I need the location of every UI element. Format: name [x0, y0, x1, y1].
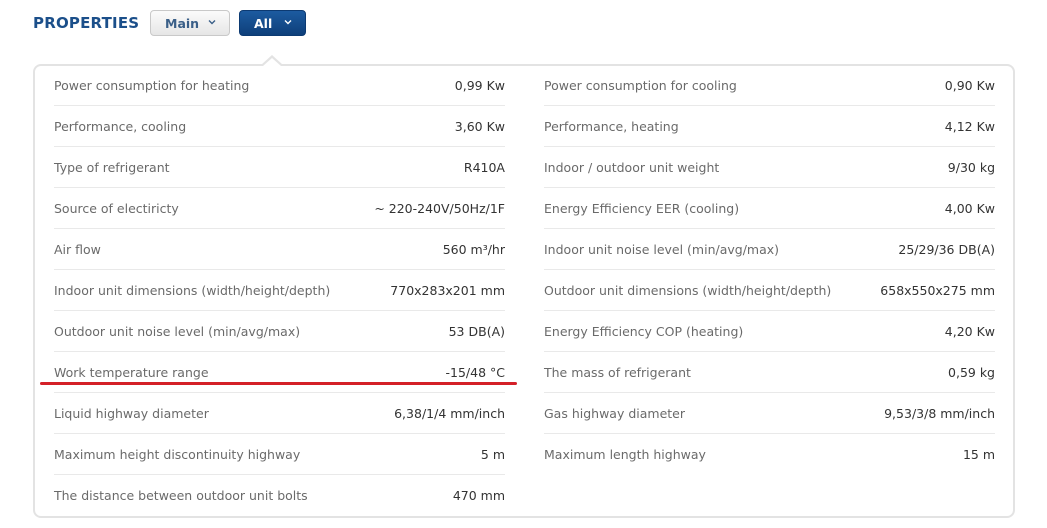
property-label: Performance, cooling	[54, 119, 187, 134]
property-row: Air flow 560 m³/hr	[54, 229, 505, 270]
property-value: 6,38/1/4 mm/inch	[394, 406, 505, 421]
property-row: Gas highway diameter 9,53/3/8 mm/inch	[544, 393, 995, 434]
property-label: Work temperature range	[54, 365, 209, 380]
property-label: Indoor / outdoor unit weight	[544, 160, 720, 175]
property-label: Energy Efficiency EER (cooling)	[544, 201, 740, 216]
chevron-down-icon	[284, 20, 292, 25]
property-value: 9,53/3/8 mm/inch	[884, 406, 995, 421]
property-label: Indoor unit dimensions (width/height/dep…	[54, 283, 331, 298]
property-row: Performance, heating 4,12 Kw	[544, 106, 995, 147]
property-label: Maximum height discontinuity highway	[54, 447, 301, 462]
property-value: 560 m³/hr	[442, 242, 505, 257]
main-filter-label: Main	[165, 15, 200, 31]
property-row: Power consumption for heating 0,99 Kw	[54, 65, 505, 106]
property-row: Liquid highway diameter 6,38/1/4 mm/inch	[54, 393, 505, 434]
main-filter-button[interactable]: Main	[150, 10, 230, 36]
property-value: 770x283x201 mm	[390, 283, 505, 298]
all-filter-label: All	[254, 15, 273, 31]
property-label: Power consumption for cooling	[544, 78, 737, 93]
property-value: ~ 220-240V/50Hz/1F	[374, 201, 505, 216]
property-value: 53 DB(A)	[448, 324, 505, 339]
property-value: 0,99 Kw	[454, 78, 505, 93]
property-label: Power consumption for heating	[54, 78, 250, 93]
property-value: 5 m	[480, 447, 505, 462]
properties-left-column: Power consumption for heating 0,99 Kw Per…	[54, 65, 505, 516]
property-label: The distance between outdoor unit bolts	[54, 488, 308, 503]
property-row: Power consumption for cooling 0,90 Kw	[544, 65, 995, 106]
property-row: Performance, cooling 3,60 Kw	[54, 106, 505, 147]
property-label: Outdoor unit noise level (min/avg/max)	[54, 324, 301, 339]
property-value: 4,12 Kw	[944, 119, 995, 134]
property-row: Energy Efficiency COP (heating) 4,20 Kw	[544, 311, 995, 352]
property-value: 15 m	[962, 447, 995, 462]
property-row: The distance between outdoor unit bolts 4…	[54, 475, 505, 516]
property-value: 470 mm	[452, 488, 505, 503]
property-value: 9/30 kg	[947, 160, 995, 175]
property-label: Air flow	[54, 242, 101, 257]
property-label: Outdoor unit dimensions (width/height/de…	[544, 283, 832, 298]
property-value: 0,90 Kw	[944, 78, 995, 93]
property-value: R410A	[463, 160, 505, 175]
property-value: 25/29/36 DB(A)	[898, 242, 995, 257]
property-value: 3,60 Kw	[454, 119, 505, 134]
properties-right-column: Power consumption for cooling 0,90 Kw Per…	[544, 65, 995, 475]
property-row: Source of electiricty ~ 220-240V/50Hz/1F	[54, 188, 505, 229]
property-row: Indoor unit dimensions (width/height/dep…	[54, 270, 505, 311]
property-row: Type of refrigerant R410A	[54, 147, 505, 188]
property-value: 0,59 kg	[948, 365, 995, 380]
property-label: Performance, heating	[544, 119, 679, 134]
property-row-work-temperature: Work temperature range -15/48 °C	[54, 352, 505, 393]
property-row: Maximum length highway 15 m	[544, 434, 995, 475]
property-label: Energy Efficiency COP (heating)	[544, 324, 744, 339]
property-row: Outdoor unit noise level (min/avg/max) 53…	[54, 311, 505, 352]
all-filter-button[interactable]: All	[239, 10, 306, 36]
chevron-down-icon	[208, 20, 216, 25]
property-row: The mass of refrigerant 0,59 kg	[544, 352, 995, 393]
property-row: Energy Efficiency EER (cooling) 4,00 Kw	[544, 188, 995, 229]
property-row: Indoor / outdoor unit weight 9/30 kg	[544, 147, 995, 188]
property-label: Liquid highway diameter	[54, 406, 209, 421]
property-label: Maximum length highway	[544, 447, 706, 462]
property-value: -15/48 °C	[445, 365, 506, 380]
property-label: Gas highway diameter	[544, 406, 686, 421]
property-label: Type of refrigerant	[54, 160, 170, 175]
property-row: Maximum height discontinuity highway 5 m	[54, 434, 505, 475]
highlight-underline	[40, 382, 517, 385]
property-value: 4,20 Kw	[944, 324, 995, 339]
property-label: Indoor unit noise level (min/avg/max)	[544, 242, 780, 257]
property-value: 658x550x275 mm	[880, 283, 995, 298]
property-row: Outdoor unit dimensions (width/height/de…	[544, 270, 995, 311]
page-title: PROPERTIES	[33, 14, 140, 32]
property-row: Indoor unit noise level (min/avg/max) 25/…	[544, 229, 995, 270]
property-label: Source of electiricty	[54, 201, 179, 216]
property-value: 4,00 Kw	[944, 201, 995, 216]
property-label: The mass of refrigerant	[544, 365, 691, 380]
